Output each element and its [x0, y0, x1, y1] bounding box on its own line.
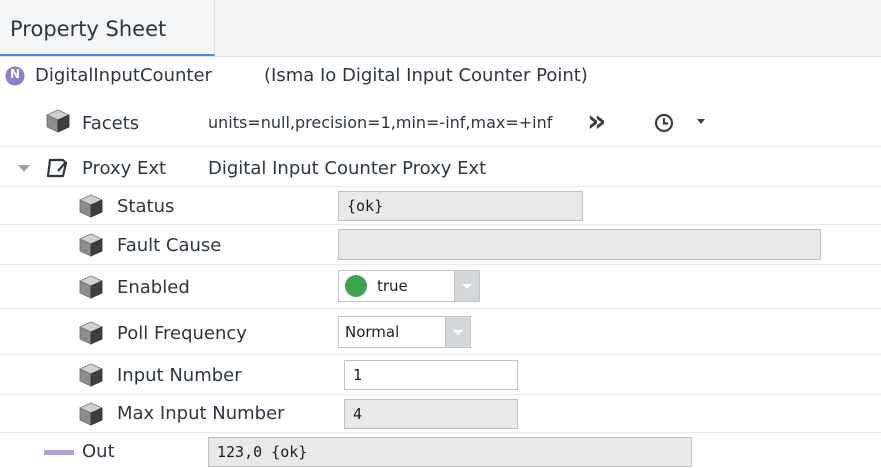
- property-slot-icon: [79, 402, 103, 426]
- collapse-triangle-icon[interactable]: [18, 165, 30, 173]
- property-slot-icon: [79, 233, 103, 257]
- enabled-select-value: true: [377, 277, 408, 295]
- property-slot-icon: [46, 109, 70, 133]
- chevron-down-icon[interactable]: [445, 317, 470, 347]
- poll-frequency-row: Poll Frequency Normal: [0, 310, 881, 355]
- component-type: (Isma Io Digital Input Counter Point): [264, 65, 588, 86]
- facets-value: units=null,precision=1,min=-inf,max=+inf: [208, 113, 553, 132]
- poll-frequency-select-value: Normal: [345, 323, 400, 341]
- component-header: N DigitalInputCounter (Isma Io Digital I…: [0, 58, 881, 94]
- input-number-label: Input Number: [117, 365, 242, 386]
- component-name: DigitalInputCounter: [35, 65, 212, 86]
- fault-cause-label: Fault Cause: [117, 235, 222, 256]
- enabled-row: Enabled true: [0, 266, 881, 309]
- chevron-down-icon[interactable]: [454, 271, 479, 301]
- facets-row[interactable]: Facets units=null,precision=1,min=-inf,m…: [0, 98, 881, 147]
- enabled-status-dot-icon: [345, 275, 367, 297]
- poll-frequency-label: Poll Frequency: [117, 323, 247, 344]
- out-slot-icon: [44, 450, 74, 455]
- enabled-select[interactable]: true: [338, 270, 480, 302]
- property-slot-icon: [79, 275, 103, 299]
- facets-expand-icon[interactable]: »: [587, 104, 606, 139]
- out-label: Out: [82, 441, 115, 462]
- component-badge-letter: N: [9, 67, 21, 81]
- fault-cause-field: [338, 229, 821, 260]
- tab-bar: Property Sheet: [0, 0, 881, 57]
- property-slot-icon: [79, 363, 103, 387]
- facets-label: Facets: [82, 113, 140, 134]
- input-number-row: Input Number 1: [0, 356, 881, 395]
- max-input-number-label: Max Input Number: [117, 403, 285, 424]
- history-icon[interactable]: [653, 112, 675, 134]
- proxy-ext-row[interactable]: Proxy Ext Digital Input Counter Proxy Ex…: [0, 150, 881, 187]
- proxy-ext-icon: [46, 158, 68, 178]
- status-field: {ok}: [338, 191, 583, 221]
- chevron-down-icon[interactable]: [697, 119, 705, 125]
- max-input-number-row: Max Input Number 4: [0, 396, 881, 433]
- input-number-field[interactable]: 1: [344, 360, 518, 390]
- poll-frequency-select[interactable]: Normal: [338, 316, 471, 348]
- max-input-number-field: 4: [344, 399, 518, 429]
- out-field: 123,0 {ok}: [208, 437, 692, 467]
- tab-property-sheet[interactable]: Property Sheet: [0, 0, 215, 56]
- status-row: Status {ok}: [0, 188, 881, 225]
- tab-label: Property Sheet: [10, 17, 167, 41]
- proxy-ext-type: Digital Input Counter Proxy Ext: [208, 158, 487, 179]
- out-row: Out 123,0 {ok}: [0, 434, 881, 468]
- enabled-label: Enabled: [117, 277, 190, 298]
- property-slot-icon: [79, 194, 103, 218]
- fault-cause-row: Fault Cause: [0, 226, 881, 265]
- proxy-ext-label: Proxy Ext: [82, 158, 167, 179]
- status-label: Status: [117, 196, 175, 217]
- property-slot-icon: [79, 321, 103, 345]
